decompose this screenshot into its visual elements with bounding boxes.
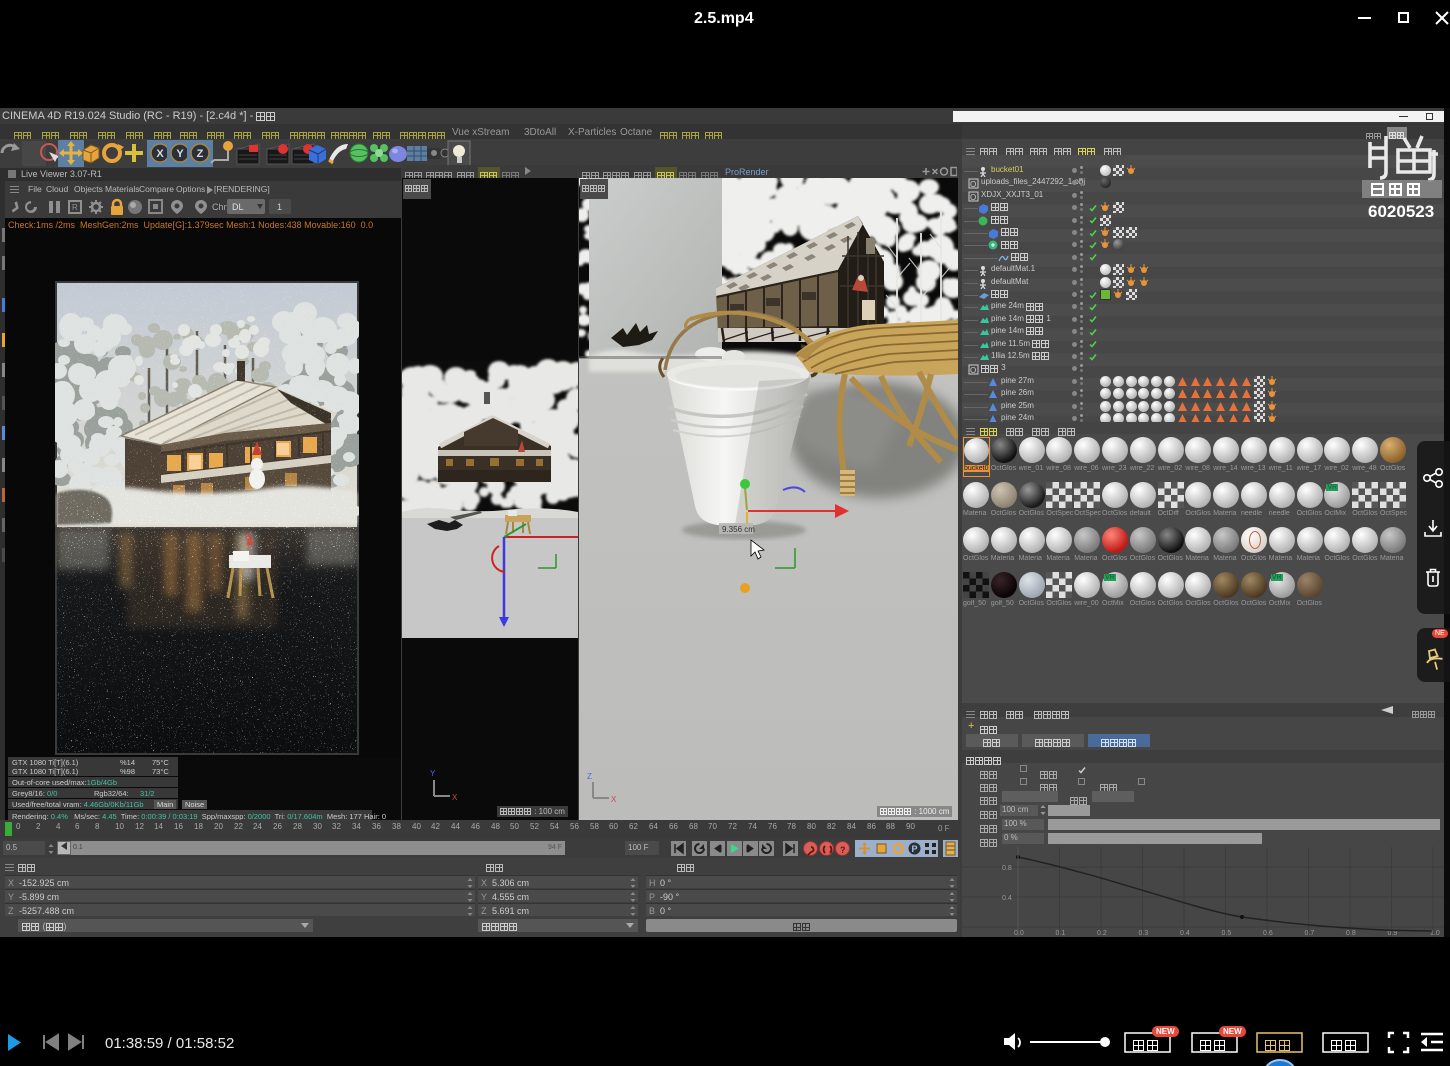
svg-text:Y: Y [176,148,184,160]
svg-text:Y: Y [430,769,436,778]
svg-text:0.4: 0.4 [1002,895,1012,902]
svg-text:0.0: 0.0 [1014,930,1024,937]
svg-text:O: O [970,180,976,189]
svg-text:0.8: 0.8 [1002,865,1012,872]
svg-text:Z: Z [197,148,204,160]
svg-text:DL: DL [232,202,244,212]
svg-text:X: X [156,148,164,160]
svg-text:0.5: 0.5 [1222,930,1232,937]
svg-text:6020523: 6020523 [1368,202,1434,220]
svg-text:P: P [912,844,918,854]
svg-text:?: ? [840,845,846,855]
svg-text:O: O [970,366,976,375]
svg-text:0.6: 0.6 [1263,930,1273,937]
svg-text:1: 1 [277,202,282,212]
svg-text:X: X [611,795,617,804]
svg-text:9.356 cm: 9.356 cm [722,525,755,534]
svg-text:O: O [970,193,976,202]
svg-text:0.4: 0.4 [1180,930,1190,937]
svg-text:0.1: 0.1 [1056,930,1066,937]
svg-text:01:38:59 / 01:58:52: 01:38:59 / 01:58:52 [105,1035,234,1052]
svg-text:0.7: 0.7 [1305,930,1315,937]
svg-text:R: R [72,203,78,212]
svg-text:X: X [452,793,458,802]
svg-text:0.8: 0.8 [1346,930,1356,937]
svg-text:0.3: 0.3 [1139,930,1149,937]
svg-text:Chn: Chn [212,202,229,212]
svg-text:Z: Z [587,772,592,781]
svg-text:0.2: 0.2 [1097,930,1107,937]
